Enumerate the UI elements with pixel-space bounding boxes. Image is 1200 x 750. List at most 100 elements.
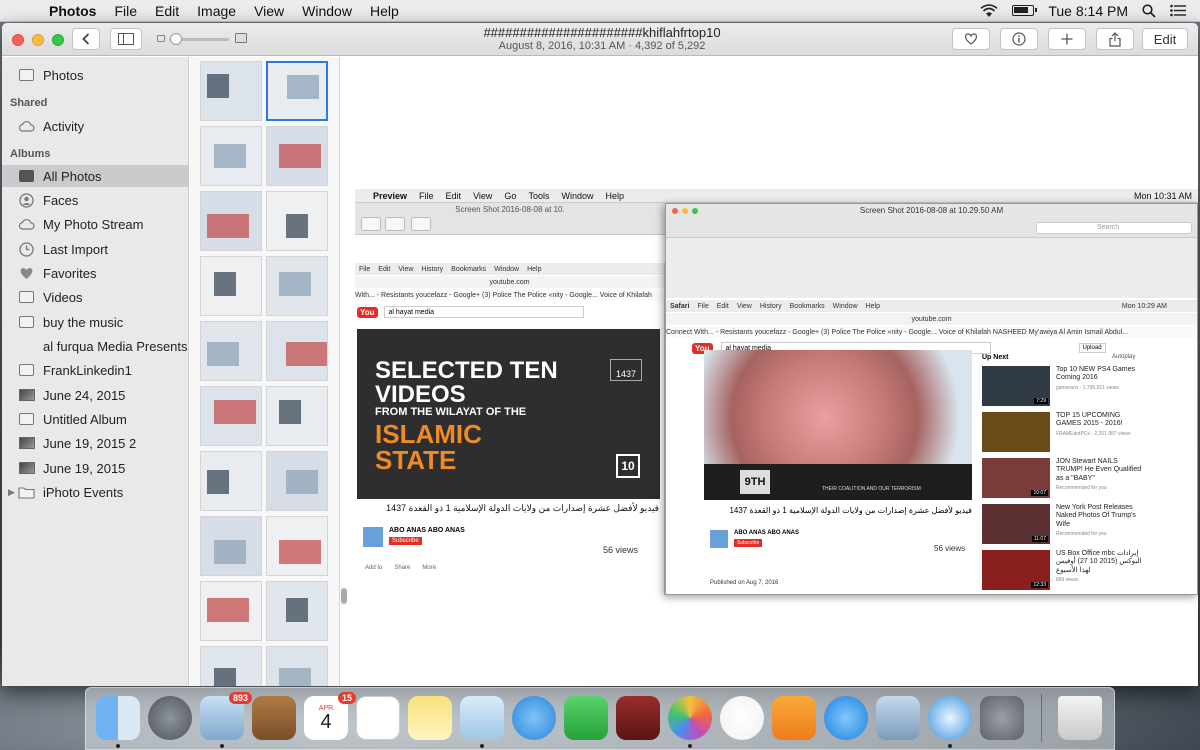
sidebar-item-photo-stream[interactable]: My Photo Stream bbox=[2, 213, 189, 235]
photo-thumbnail[interactable] bbox=[200, 61, 262, 121]
photo-booth-icon[interactable] bbox=[616, 696, 660, 740]
safari-icon[interactable] bbox=[928, 696, 972, 740]
contacts-icon[interactable] bbox=[252, 696, 296, 740]
sidebar-item-last-import[interactable]: Last Import bbox=[2, 238, 189, 260]
sidebar-item-album[interactable]: June 19, 2015 2 bbox=[2, 432, 189, 454]
back-button[interactable] bbox=[72, 28, 100, 50]
battery-icon[interactable] bbox=[1012, 5, 1038, 16]
finder-icon[interactable] bbox=[96, 696, 140, 740]
related-video-thumbnail: 7:29 bbox=[982, 366, 1050, 406]
photo-thumbnail[interactable] bbox=[266, 581, 328, 641]
ibooks-icon[interactable] bbox=[772, 696, 816, 740]
info-button[interactable] bbox=[1000, 28, 1038, 50]
sidebar-icon bbox=[118, 33, 134, 45]
zoom-slider[interactable] bbox=[157, 32, 247, 46]
embedded-menu-item: Help bbox=[865, 302, 880, 310]
spotlight-search-icon[interactable] bbox=[1142, 3, 1156, 18]
zoom-slider-thumb[interactable] bbox=[170, 33, 182, 45]
reminders-icon[interactable] bbox=[356, 696, 400, 740]
related-video-thumbnail bbox=[982, 412, 1050, 452]
running-indicator bbox=[116, 744, 120, 748]
menubar-clock[interactable]: Tue 8:14 PM bbox=[1048, 3, 1128, 19]
app-menu[interactable]: Photos bbox=[40, 3, 105, 19]
itunes-icon[interactable] bbox=[720, 696, 764, 740]
menu-window[interactable]: Window bbox=[293, 3, 361, 19]
photo-thumbnail[interactable] bbox=[266, 646, 328, 686]
menu-image[interactable]: Image bbox=[188, 3, 245, 19]
image-capture-icon[interactable] bbox=[876, 696, 920, 740]
photo-thumbnail[interactable] bbox=[266, 516, 328, 576]
photo-thumbnail[interactable] bbox=[266, 321, 328, 381]
menu-file[interactable]: File bbox=[105, 3, 146, 19]
photo-thumbnail[interactable] bbox=[200, 126, 262, 186]
menu-help[interactable]: Help bbox=[361, 3, 408, 19]
photo-thumbnail[interactable] bbox=[200, 386, 262, 446]
minimize-window-button[interactable] bbox=[32, 34, 44, 46]
embedded-menu-item: Edit bbox=[378, 265, 391, 273]
calendar-icon[interactable]: APR 4 15 bbox=[304, 692, 356, 740]
sidebar-item-album[interactable]: FrankLinkedin1 bbox=[2, 359, 189, 381]
photo-thumbnail[interactable] bbox=[266, 61, 328, 121]
embedded-yt-header: You al hayat media bbox=[357, 306, 584, 318]
embedded-close-light bbox=[672, 208, 678, 214]
notification-center-icon[interactable] bbox=[1170, 4, 1186, 17]
menu-view[interactable]: View bbox=[245, 3, 293, 19]
sidebar-item-photos[interactable]: Photos bbox=[2, 64, 189, 86]
system-preferences-icon[interactable] bbox=[980, 696, 1024, 740]
sidebar-item-album[interactable]: June 19, 2015 bbox=[2, 457, 189, 479]
notes-icon[interactable] bbox=[408, 696, 452, 740]
sidebar-item-album[interactable]: buy the music bbox=[2, 311, 189, 333]
facetime-icon[interactable] bbox=[564, 696, 608, 740]
photos-icon[interactable] bbox=[668, 696, 712, 740]
sidebar-item-album[interactable]: June 24, 2015 bbox=[2, 384, 189, 406]
photo-thumbnail[interactable] bbox=[266, 386, 328, 446]
photo-thumbnail[interactable] bbox=[200, 451, 262, 511]
sidebar-item-videos[interactable]: Videos bbox=[2, 286, 189, 308]
photo-thumbnail[interactable] bbox=[200, 581, 262, 641]
mail-icon[interactable]: 893 bbox=[200, 692, 252, 740]
album-icon bbox=[18, 363, 35, 377]
edit-button[interactable]: Edit bbox=[1142, 28, 1188, 50]
embedded-search-field: Search bbox=[1036, 222, 1192, 234]
menu-edit[interactable]: Edit bbox=[146, 3, 188, 19]
share-button[interactable] bbox=[1096, 28, 1134, 50]
favorite-button[interactable] bbox=[952, 28, 990, 50]
photo-thumbnail[interactable] bbox=[200, 646, 262, 686]
sidebar-item-label: Faces bbox=[43, 192, 79, 208]
photo-thumbnail[interactable] bbox=[200, 256, 262, 316]
sidebar-item-iphoto-events[interactable]: ▶ iPhoto Events bbox=[2, 481, 189, 503]
app-store-icon[interactable] bbox=[824, 696, 868, 740]
add-to-button[interactable] bbox=[1048, 28, 1086, 50]
messages-icon[interactable] bbox=[512, 696, 556, 740]
wifi-icon[interactable] bbox=[980, 3, 998, 18]
photo-thumbnail[interactable] bbox=[266, 256, 328, 316]
photo-thumbnail[interactable] bbox=[200, 191, 262, 251]
preview-icon[interactable] bbox=[460, 696, 504, 740]
trash-icon[interactable] bbox=[1058, 696, 1102, 740]
related-video-title: New York Post Releases Naked Photos Of T… bbox=[1056, 504, 1146, 537]
sidebar-item-favorites[interactable]: Favorites bbox=[2, 262, 189, 284]
dock: 893 APR 4 15 bbox=[85, 687, 1115, 750]
photo-thumbnail[interactable] bbox=[266, 451, 328, 511]
sidebar-item-label: Favorites bbox=[43, 265, 97, 281]
video-title-line: SELECTED TEN bbox=[375, 357, 558, 384]
embedded-url-bar: youtube.com bbox=[355, 276, 664, 288]
photo-thumbnail[interactable] bbox=[266, 126, 328, 186]
sidebar-item-album[interactable]: Untitled Album bbox=[2, 408, 189, 430]
disclosure-triangle-icon[interactable]: ▶ bbox=[8, 487, 18, 498]
video-title-line: ISLAMIC bbox=[375, 419, 482, 449]
zoom-window-button[interactable] bbox=[52, 34, 64, 46]
photo-thumbnail[interactable] bbox=[200, 516, 262, 576]
video-year-badge: 1437 bbox=[610, 359, 642, 381]
sidebar-item-faces[interactable]: Faces bbox=[2, 189, 189, 211]
photo-thumbnail[interactable] bbox=[200, 321, 262, 381]
sidebar-item-activity[interactable]: Activity bbox=[2, 115, 189, 137]
close-window-button[interactable] bbox=[12, 34, 24, 46]
photo-thumbnail[interactable] bbox=[266, 191, 328, 251]
thumbnail-content bbox=[207, 598, 249, 622]
launchpad-icon[interactable] bbox=[148, 696, 192, 740]
sidebar-item-album[interactable]: al furqua Media Presents bbox=[2, 335, 189, 357]
sidebar-item-all-photos[interactable]: All Photos bbox=[2, 165, 189, 187]
thumbnail-scrollbar[interactable] bbox=[341, 588, 347, 604]
sidebar-toggle-button[interactable] bbox=[110, 28, 142, 50]
